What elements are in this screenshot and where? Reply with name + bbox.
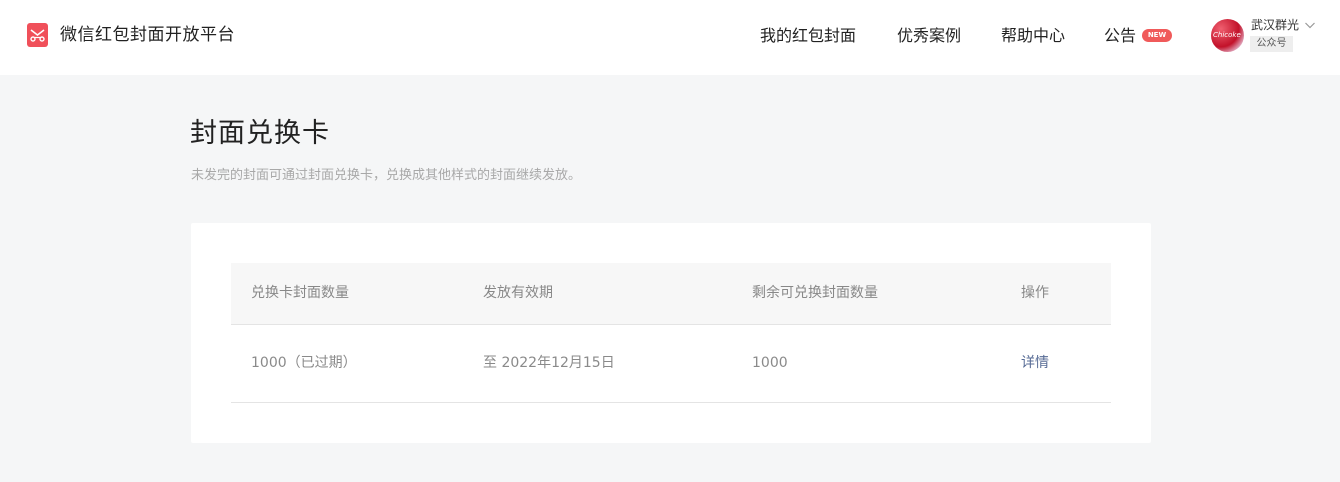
user-name: 武汉群光	[1251, 18, 1300, 32]
cell-quantity: 1000（已过期）	[251, 355, 357, 371]
nav-announcements[interactable]: 公告	[1104, 24, 1136, 48]
nav-help-center[interactable]: 帮助中心	[1001, 24, 1065, 48]
cell-validity: 至 2022年12月15日	[483, 355, 615, 371]
page-title: 封面兑换卡	[190, 118, 330, 149]
details-link[interactable]: 详情	[1021, 353, 1049, 373]
avatar[interactable]: Chicoke	[1211, 19, 1244, 52]
account-type-tag: 公众号	[1250, 36, 1293, 52]
new-badge: NEW	[1142, 29, 1172, 42]
avatar-logo-text: Chicoke	[1213, 31, 1241, 39]
column-header-remaining: 剩余可兑换封面数量	[752, 285, 878, 301]
nav-my-covers[interactable]: 我的红包封面	[760, 24, 856, 48]
chevron-down-icon[interactable]	[1304, 19, 1316, 31]
column-header-action: 操作	[1021, 285, 1049, 301]
table-row: 1000（已过期） 至 2022年12月15日 1000 详情	[231, 325, 1111, 403]
cell-remaining: 1000	[752, 355, 788, 371]
exchange-card-panel: 兑换卡封面数量 发放有效期 剩余可兑换封面数量 操作 1000（已过期） 至 2…	[191, 223, 1151, 443]
column-header-quantity: 兑换卡封面数量	[251, 285, 349, 301]
table-header: 兑换卡封面数量 发放有效期 剩余可兑换封面数量 操作	[231, 263, 1111, 325]
nav-showcase[interactable]: 优秀案例	[897, 24, 961, 48]
page-description: 未发完的封面可通过封面兑换卡，兑换成其他样式的封面继续发放。	[191, 168, 582, 183]
main-nav: 我的红包封面 优秀案例 帮助中心 公告	[0, 24, 1340, 48]
top-header: 微信红包封面开放平台 我的红包封面 优秀案例 帮助中心 公告 NEW Chico…	[0, 0, 1340, 75]
column-header-validity: 发放有效期	[483, 285, 553, 301]
